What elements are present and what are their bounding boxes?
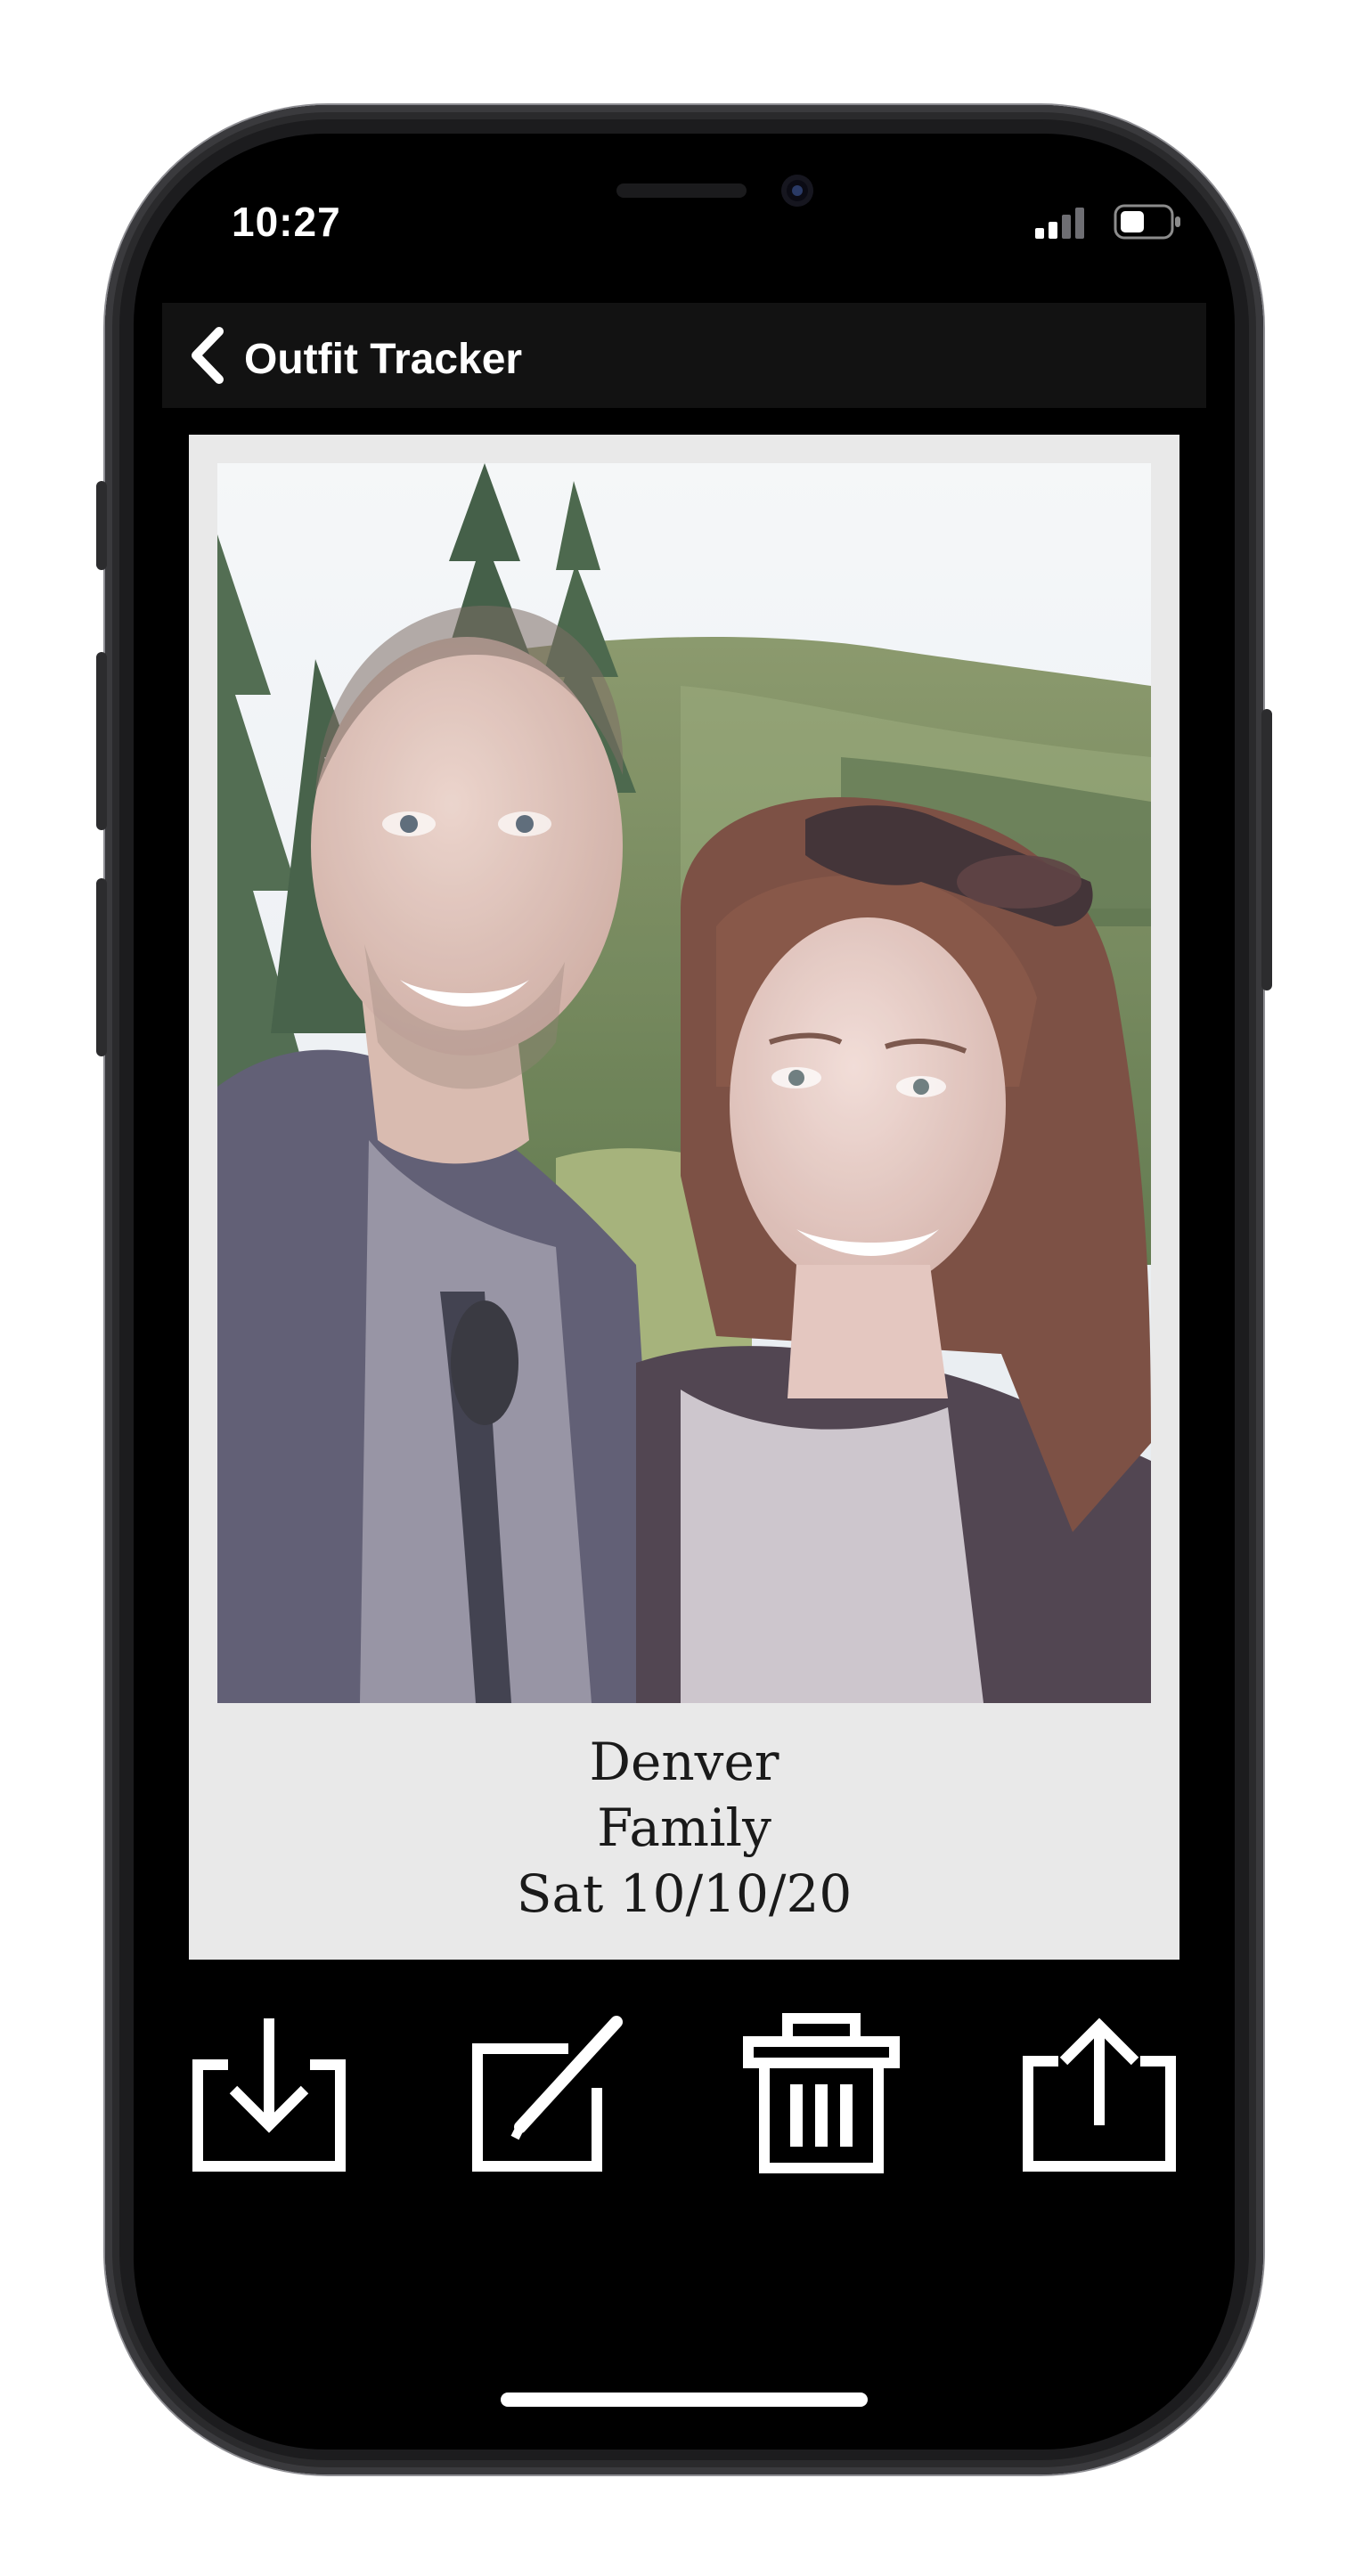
home-indicator[interactable] [501,2393,868,2407]
navigation-bar: Outfit Tracker [162,303,1206,408]
outfit-location: Denver [589,1732,779,1792]
status-time: 10:27 [232,199,341,245]
mute-switch [96,481,107,570]
back-chevron-icon[interactable] [187,326,226,385]
edit-icon[interactable] [465,2013,625,2173]
outfit-date: Sat 10/10/20 [516,1863,853,1924]
share-icon[interactable] [1019,2013,1179,2173]
phone-screen: 10:27 Outfit Tracker Denver Family Sat 1… [134,134,1235,2450]
volume-down-button [96,878,107,1056]
front-camera [781,175,813,207]
back-button-label[interactable]: Outfit Tracker [244,335,522,384]
download-icon[interactable] [189,2013,349,2173]
action-toolbar [134,2013,1235,2182]
outfit-photo [217,463,1151,1703]
volume-up-button [96,652,107,830]
outfit-occasion: Family [597,1797,771,1858]
power-button [1261,709,1272,990]
signal-icon [1035,208,1084,239]
trash-icon[interactable] [741,2013,902,2173]
battery-icon [1114,204,1180,240]
outfit-card: Denver Family Sat 10/10/20 [189,435,1179,1960]
earpiece-speaker [616,183,747,198]
